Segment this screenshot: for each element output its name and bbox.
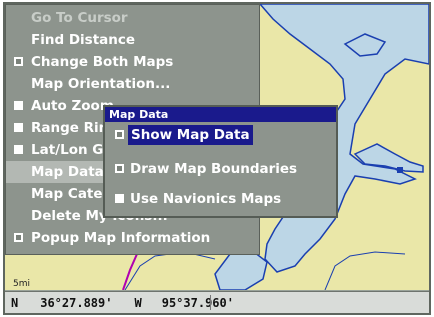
map-scale-label: 5mi [13,279,30,289]
checkbox-checked-icon[interactable] [14,233,23,242]
checkbox-checked-icon[interactable] [115,130,124,139]
position-status-bar: N 36°27.889' W 95°37.960' [5,291,429,313]
checkbox-unchecked-icon[interactable] [14,101,23,110]
latitude-value: 36°27.889' [40,295,113,310]
submenu-item-draw-map-boundaries[interactable]: Draw Map Boundaries [105,157,336,181]
menu-item-label: Go To Cursor [31,10,128,26]
submenu-item-label: Draw Map Boundaries [130,161,298,177]
menu-item-label: Change Both Maps [31,54,174,70]
map-data-submenu: Map Data Show Map Data Draw Map Boundari… [103,105,338,218]
submenu-item-use-navionics-maps[interactable]: Use Navionics Maps [105,187,336,211]
marker-icon [397,167,403,173]
latitude-direction: N [11,295,19,310]
checkbox-unchecked-icon[interactable] [14,145,23,154]
menu-item-label: Popup Map Information [31,230,211,246]
menu-item-go-to-cursor[interactable]: Go To Cursor [6,7,259,29]
menu-item-label: Map Data [31,164,104,180]
menu-item-map-orientation[interactable]: Map Orientation... [6,73,259,95]
submenu-item-label: Show Map Data [128,125,253,145]
submenu-item-label: Use Navionics Maps [130,191,282,207]
longitude-direction: W [134,295,142,310]
sonar-gps-display: 5mi N 36°27.889' W 95°37.960' Go To Curs… [0,0,434,317]
checkbox-unchecked-icon[interactable] [115,194,124,203]
longitude-value: 95°37.960' [161,295,234,310]
menu-item-label: Auto Zoom [31,98,114,114]
menu-item-find-distance[interactable]: Find Distance [6,29,259,51]
menu-item-label: Find Distance [31,32,136,48]
submenu-item-show-map-data[interactable]: Show Map Data [105,123,336,147]
status-divider [210,295,211,310]
submenu-title: Map Data [105,107,336,122]
menu-item-change-both-maps[interactable]: Change Both Maps [6,51,259,73]
checkbox-checked-icon[interactable] [115,164,124,173]
menu-item-label: Map Orientation... [31,76,171,92]
checkbox-checked-icon[interactable] [14,57,23,66]
checkbox-unchecked-icon[interactable] [14,123,23,132]
menu-item-popup-map-information[interactable]: Popup Map Information [6,227,259,249]
